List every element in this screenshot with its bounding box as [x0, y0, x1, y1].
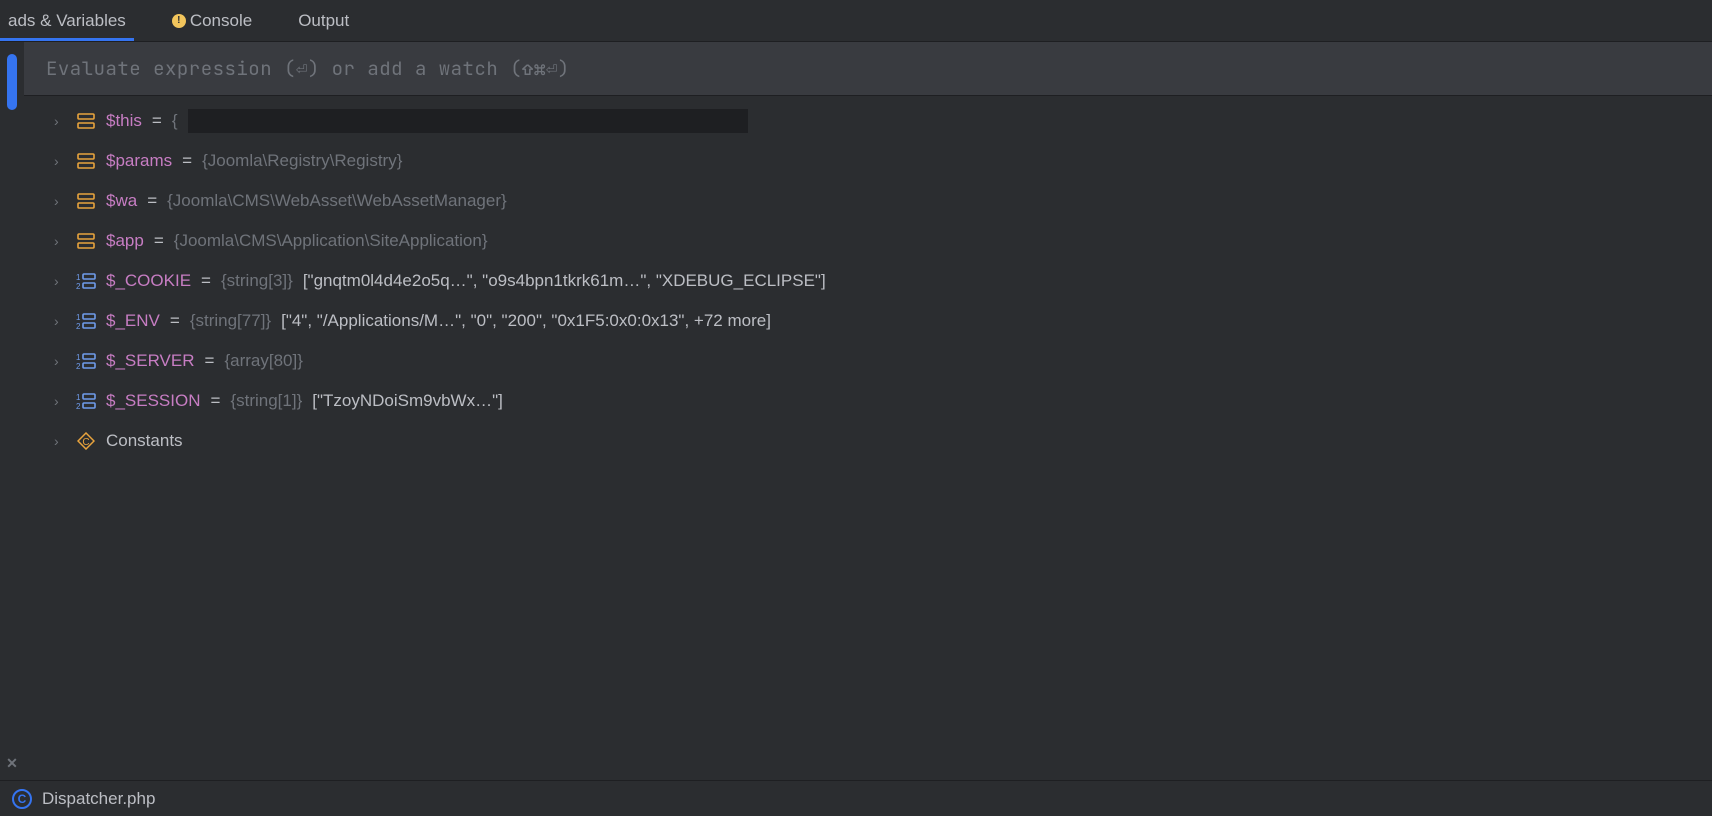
variable-name: $app	[106, 231, 144, 251]
variable-type: {string[77]}	[190, 311, 271, 331]
arr-icon: 12	[76, 351, 96, 371]
active-panel-indicator[interactable]	[7, 54, 17, 110]
current-file[interactable]: Dispatcher.php	[42, 789, 155, 809]
obj-icon	[76, 231, 96, 251]
chevron-right-icon[interactable]: ›	[54, 233, 66, 249]
obj-icon	[76, 151, 96, 171]
svg-text:C: C	[82, 437, 89, 448]
equals-sign: =	[147, 191, 157, 211]
variable-name: $this	[106, 111, 142, 131]
close-icon[interactable]: ✕	[6, 755, 18, 772]
variable-name: $params	[106, 151, 172, 171]
chevron-right-icon[interactable]: ›	[54, 393, 66, 409]
eval-input[interactable]: Evaluate expression (⏎) or add a watch (…	[24, 42, 1712, 96]
tab-label: Console	[190, 11, 252, 31]
svg-text:2: 2	[76, 402, 81, 410]
variable-name: $wa	[106, 191, 137, 211]
svg-text:1: 1	[76, 273, 81, 282]
variable-row[interactable]: › $params = {Joomla\Registry\Registry}	[54, 146, 1712, 176]
variable-value: ["TzoyNDoiSm9vbWx…"]	[312, 391, 503, 411]
variable-value: ["gnqtm0l4d4e2o5q…", "o9s4bpn1tkrk61m…",…	[303, 271, 826, 291]
equals-sign: =	[154, 231, 164, 251]
warning-icon: !	[172, 14, 186, 28]
tab-output[interactable]: Output	[290, 1, 357, 41]
svg-text:1: 1	[76, 313, 81, 322]
chevron-right-icon[interactable]: ›	[54, 113, 66, 129]
variable-row[interactable]: › $this = {	[54, 106, 1712, 136]
tab-ads-variables[interactable]: ads & Variables	[0, 1, 134, 41]
const-icon: C	[76, 431, 96, 451]
variable-row[interactable]: › $wa = {Joomla\CMS\WebAsset\WebAssetManage…	[54, 186, 1712, 216]
obj-icon	[76, 111, 96, 131]
bottom-bar: C Dispatcher.php	[0, 780, 1712, 816]
equals-sign: =	[201, 271, 211, 291]
variable-type: {	[172, 111, 178, 131]
arr-icon: 12	[76, 391, 96, 411]
arr-icon: 12	[76, 311, 96, 331]
chevron-right-icon[interactable]: ›	[54, 273, 66, 289]
variable-type: {string[3]}	[221, 271, 293, 291]
variable-row[interactable]: › 12 $_ENV = {string[77]} ["4", "/Application…	[54, 306, 1712, 336]
equals-sign: =	[211, 391, 221, 411]
variable-row[interactable]: › C Constants	[54, 426, 1712, 456]
equals-sign: =	[152, 111, 162, 131]
chevron-right-icon[interactable]: ›	[54, 153, 66, 169]
variable-row[interactable]: › $app = {Joomla\CMS\Application\SiteApplic…	[54, 226, 1712, 256]
chevron-right-icon[interactable]: ›	[54, 433, 66, 449]
variable-type: {Joomla\CMS\Application\SiteApplication}	[174, 231, 488, 251]
svg-text:1: 1	[76, 353, 81, 362]
variable-name: $_SERVER	[106, 351, 195, 371]
variable-type: {Joomla\Registry\Registry}	[202, 151, 402, 171]
tab-label: ads & Variables	[8, 11, 126, 31]
redacted-value	[188, 109, 748, 133]
variables-tree: ›$this={›$params={Joomla\Registry\Regist…	[24, 96, 1712, 780]
chevron-right-icon[interactable]: ›	[54, 193, 66, 209]
variable-row[interactable]: › 12 $_SESSION = {string[1]} ["TzoyNDoiSm9vbW…	[54, 386, 1712, 416]
svg-text:2: 2	[76, 362, 81, 370]
tab-console[interactable]: ! Console	[164, 1, 260, 41]
variable-name: $_COOKIE	[106, 271, 191, 291]
left-gutter: ✕	[0, 42, 24, 780]
variable-value: ["4", "/Applications/M…", "0", "200", "0…	[281, 311, 771, 331]
variable-name: Constants	[106, 431, 183, 451]
svg-text:1: 1	[76, 393, 81, 402]
equals-sign: =	[170, 311, 180, 331]
svg-text:2: 2	[76, 282, 81, 290]
equals-sign: =	[182, 151, 192, 171]
variable-name: $_ENV	[106, 311, 160, 331]
debug-tabs: ads & Variables! Console Output	[0, 0, 1712, 42]
variable-row[interactable]: › 12 $_SERVER = {array[80]}	[54, 346, 1712, 376]
variable-type: {Joomla\CMS\WebAsset\WebAssetManager}	[167, 191, 507, 211]
variable-name: $_SESSION	[106, 391, 201, 411]
variable-type: {array[80]}	[224, 351, 302, 371]
chevron-right-icon[interactable]: ›	[54, 313, 66, 329]
arr-icon: 12	[76, 271, 96, 291]
obj-icon	[76, 191, 96, 211]
equals-sign: =	[205, 351, 215, 371]
main-area: ✕ Evaluate expression (⏎) or add a watch…	[0, 42, 1712, 780]
tab-label: Output	[298, 11, 349, 31]
svg-text:2: 2	[76, 322, 81, 330]
chevron-right-icon[interactable]: ›	[54, 353, 66, 369]
copyright-icon: C	[12, 789, 32, 809]
content-pane: Evaluate expression (⏎) or add a watch (…	[24, 42, 1712, 780]
variable-row[interactable]: › 12 $_COOKIE = {string[3]} ["gnqtm0l4d4e2o5q…	[54, 266, 1712, 296]
variable-type: {string[1]}	[230, 391, 302, 411]
